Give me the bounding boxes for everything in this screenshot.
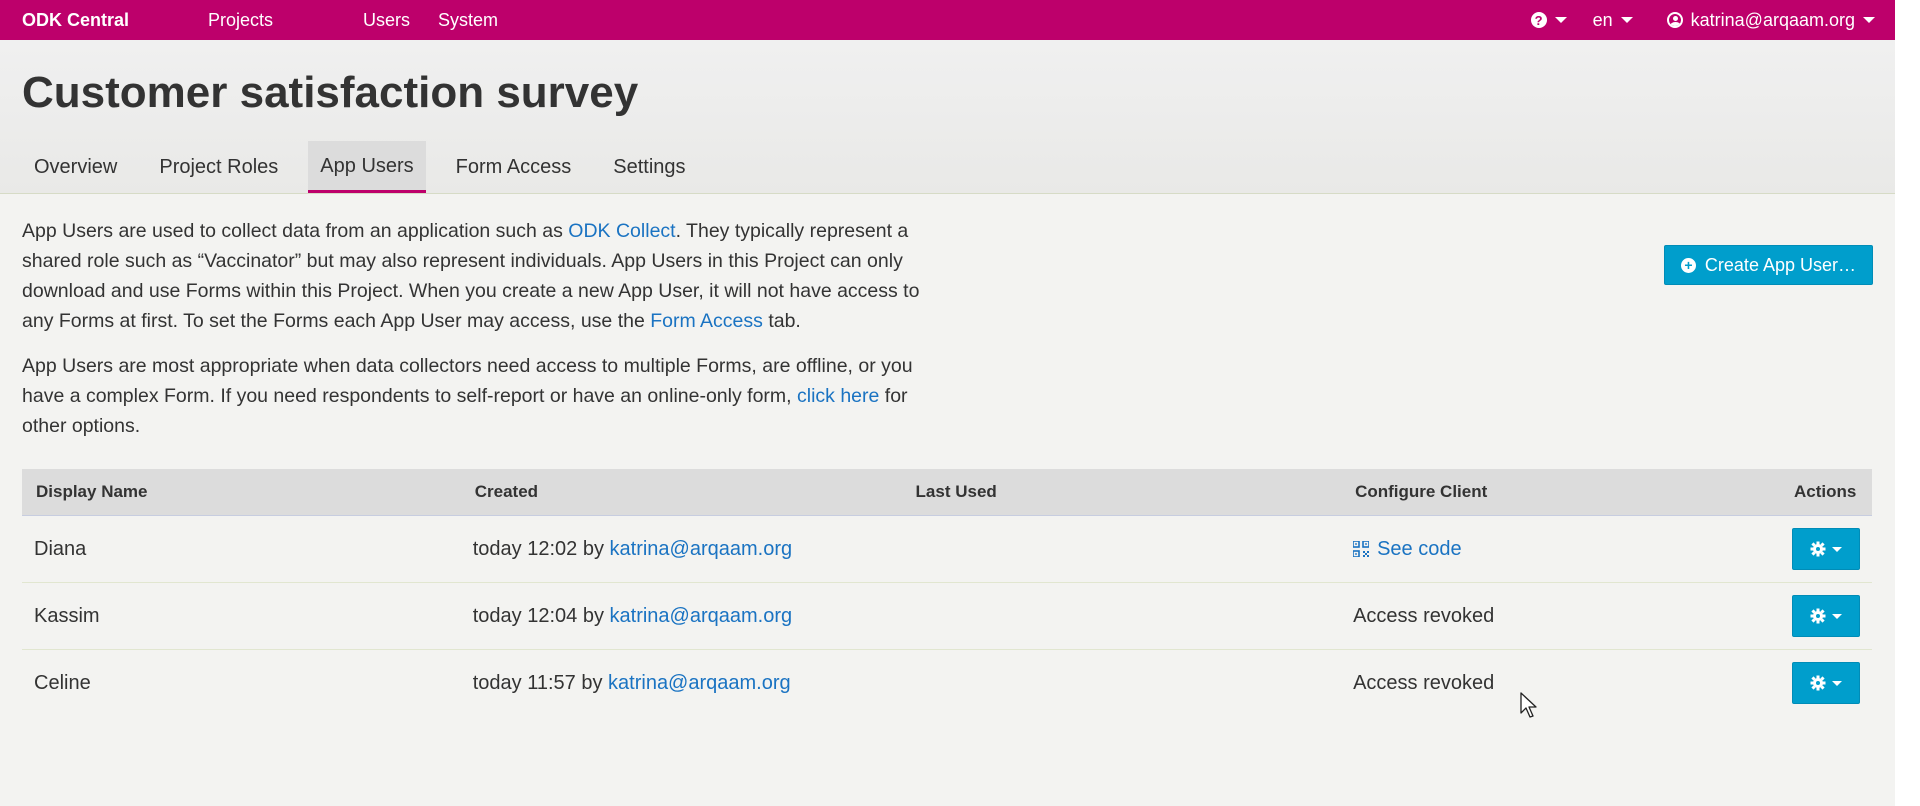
cell-created: today 11:57 by katrina@arqaam.org — [461, 650, 902, 717]
tab-app-users[interactable]: App Users — [308, 141, 426, 193]
create-app-user-label: Create App User… — [1704, 254, 1856, 275]
cell-display-name: Kassim — [22, 582, 461, 650]
cell-actions — [1780, 650, 1872, 717]
created-text: today 12:04 by — [472, 604, 610, 627]
nav-users[interactable]: Users — [363, 10, 438, 31]
caret-down-icon — [1832, 680, 1842, 686]
header-display-name: Display Name — [22, 469, 461, 516]
created-by-link[interactable]: katrina@arqaam.org — [610, 538, 793, 560]
caret-down-icon — [1832, 546, 1842, 552]
intro-text: App Users are used to collect data from … — [22, 216, 942, 441]
see-code-label: See code — [1377, 537, 1462, 560]
tab-form-access[interactable]: Form Access — [444, 141, 584, 193]
main-content: App Users are used to collect data from … — [0, 216, 1895, 716]
actions-dropdown-button[interactable] — [1792, 662, 1860, 704]
header-configure-client: Configure Client — [1341, 469, 1780, 516]
nav-projects[interactable]: Projects — [208, 10, 363, 31]
caret-down-icon — [1863, 17, 1875, 23]
cell-actions — [1780, 515, 1872, 583]
cell-last-used — [901, 582, 1342, 650]
brand-link[interactable]: ODK Central — [22, 10, 208, 31]
navbar-right: ? en katrina@arqaam.org — [1530, 9, 1875, 31]
top-navbar: ODK Central Projects Users System ? en k… — [0, 0, 1895, 40]
form-access-link[interactable]: Form Access — [650, 310, 763, 332]
gear-icon — [1810, 541, 1826, 557]
caret-down-icon — [1554, 17, 1567, 23]
project-tabs: Overview Project Roles App Users Form Ac… — [22, 141, 716, 193]
click-here-link[interactable]: click here — [797, 385, 879, 407]
table-row: Kassim today 12:04 by katrina@arqaam.org… — [22, 582, 1872, 650]
created-by-link[interactable]: katrina@arqaam.org — [608, 672, 791, 694]
cell-actions — [1780, 582, 1872, 650]
intro-text-segment: tab. — [762, 310, 801, 332]
created-text: today 12:02 by — [472, 537, 610, 560]
intro-paragraph-2: App Users are most appropriate when data… — [22, 351, 942, 441]
nav-system[interactable]: System — [438, 10, 498, 31]
caret-down-icon — [1620, 17, 1633, 23]
caret-down-icon — [1832, 613, 1842, 619]
header-last-used: Last Used — [901, 469, 1342, 516]
created-by-link[interactable]: katrina@arqaam.org — [610, 605, 793, 627]
gear-icon — [1810, 675, 1826, 691]
see-code-link[interactable]: See code — [1353, 538, 1462, 560]
plus-circle-icon: + — [1680, 257, 1696, 273]
page-header: Customer satisfaction survey Overview Pr… — [0, 40, 1895, 194]
intro-paragraph-1: App Users are used to collect data from … — [22, 216, 942, 336]
user-email: katrina@arqaam.org — [1690, 9, 1855, 30]
language-label: en — [1592, 9, 1613, 30]
help-dropdown[interactable]: ? — [1530, 12, 1567, 28]
actions-dropdown-button[interactable] — [1792, 595, 1860, 637]
mouse-cursor-icon — [1520, 692, 1537, 718]
cell-configure-client: Access revoked — [1341, 582, 1780, 650]
cell-last-used — [901, 515, 1342, 583]
app-users-table: Display Name Created Last Used Configure… — [22, 469, 1872, 716]
gear-icon — [1810, 608, 1826, 624]
create-app-user-button[interactable]: + Create App User… — [1663, 245, 1873, 285]
tab-settings[interactable]: Settings — [601, 141, 697, 193]
cell-created: today 12:02 by katrina@arqaam.org — [460, 515, 902, 583]
actions-dropdown-button[interactable] — [1792, 528, 1860, 570]
header-actions: Actions — [1780, 469, 1872, 516]
cell-display-name: Diana — [22, 515, 461, 583]
qrcode-icon — [1353, 540, 1370, 557]
user-circle-icon — [1666, 12, 1683, 28]
cell-configure-client: See code — [1341, 515, 1780, 583]
tab-project-roles[interactable]: Project Roles — [147, 141, 290, 193]
cell-display-name: Celine — [34, 671, 91, 694]
table-header-row: Display Name Created Last Used Configure… — [22, 469, 1872, 516]
language-dropdown[interactable]: en — [1593, 10, 1633, 31]
table-row: Diana today 12:02 by katrina@arqaam.org — [22, 515, 1872, 583]
table-row: Celine today 11:57 by katrina@arqaam.org… — [22, 650, 1872, 717]
header-created: Created — [460, 469, 902, 516]
odk-collect-link[interactable]: ODK Collect — [568, 220, 675, 242]
created-text: today 11:57 by — [472, 671, 609, 694]
question-circle-icon: ? — [1530, 12, 1547, 28]
page: ODK Central Projects Users System ? en k… — [0, 0, 1895, 806]
page-title: Customer satisfaction survey — [22, 68, 639, 117]
cell-created: today 12:04 by katrina@arqaam.org — [460, 582, 902, 650]
cell-configure-client: Access revoked — [1353, 671, 1495, 694]
user-dropdown[interactable]: katrina@arqaam.org — [1666, 9, 1875, 31]
tab-overview[interactable]: Overview — [22, 141, 129, 193]
cell-last-used — [902, 650, 1342, 717]
intro-text-segment: App Users are most appropriate when data… — [22, 355, 913, 407]
intro-text-segment: App Users are used to collect data from … — [22, 220, 569, 242]
